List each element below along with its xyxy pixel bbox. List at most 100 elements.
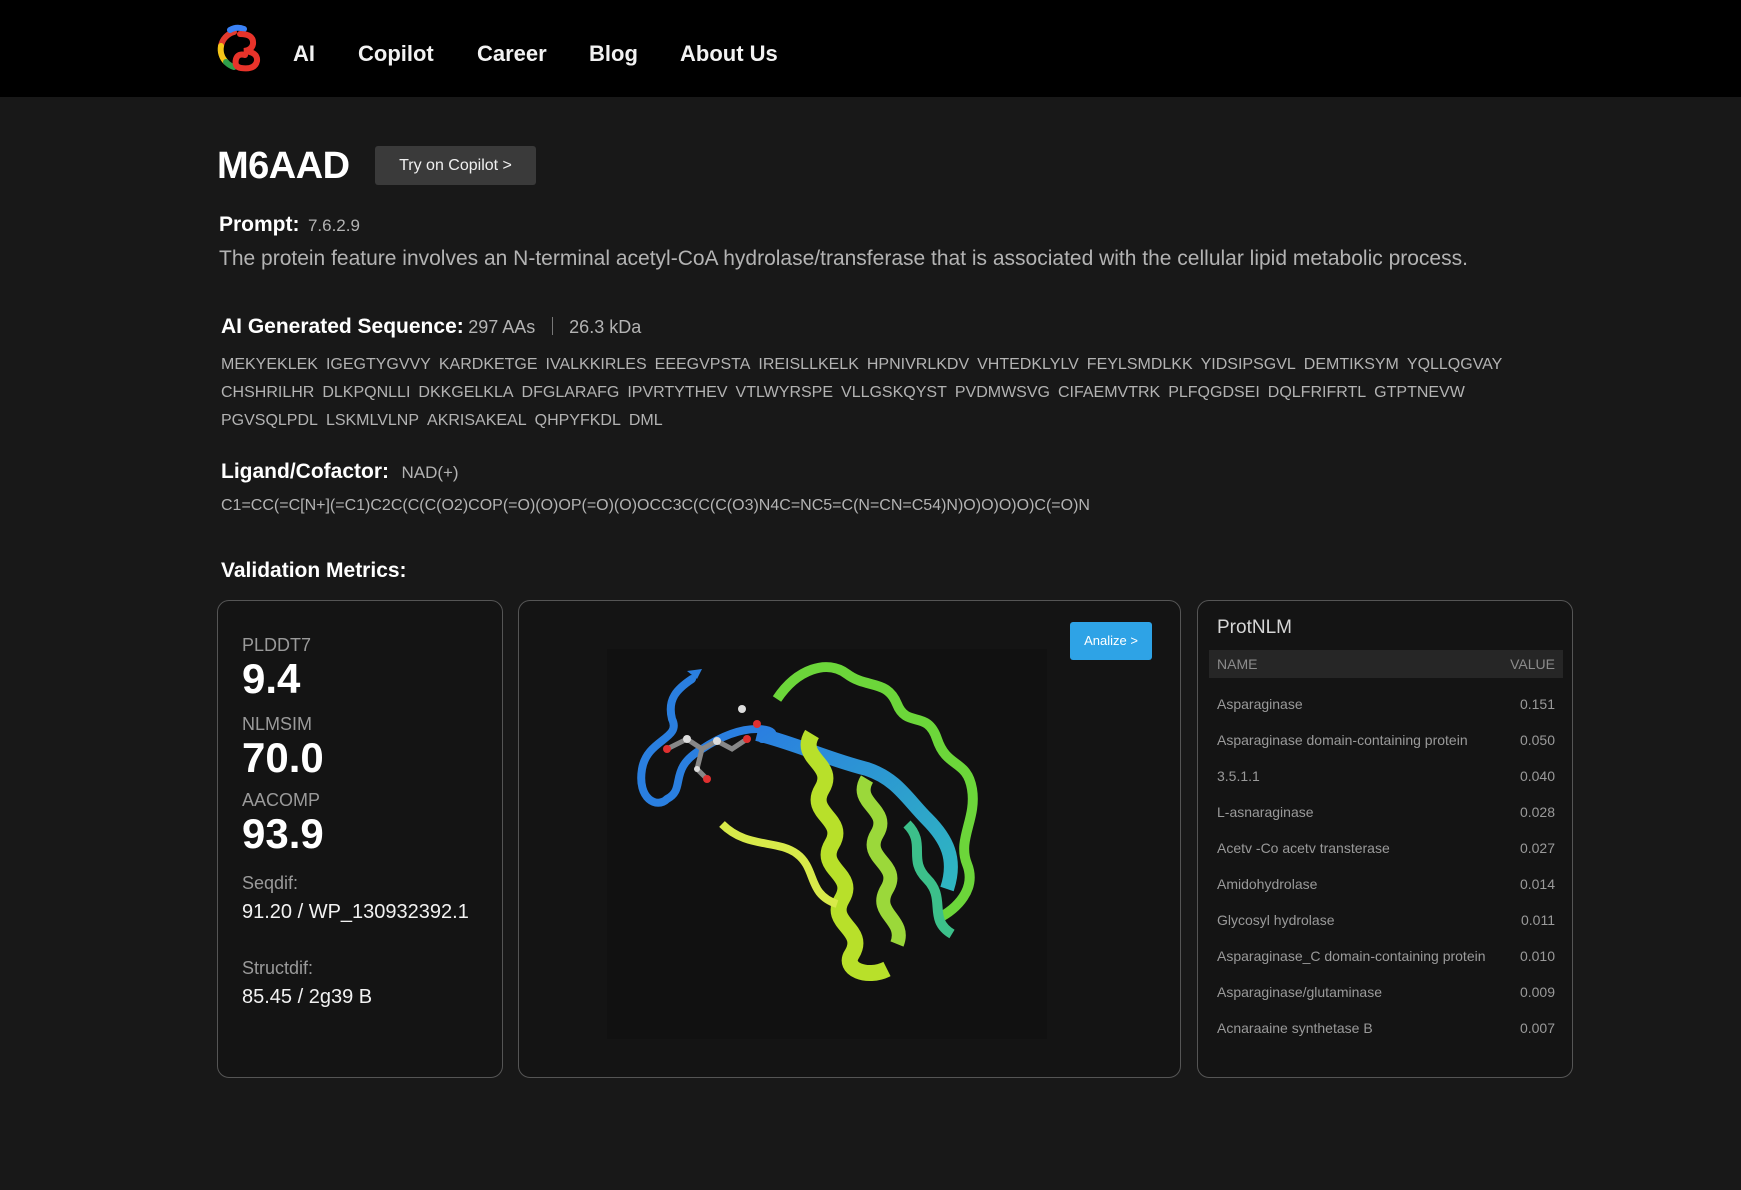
protnlm-title: ProtNLM	[1217, 617, 1292, 638]
metrics-card: PLDDT7 9.4 NLMSIM 70.0 AACOMP 93.9 Seqdi…	[217, 600, 503, 1078]
ligand-smiles: C1=CC(=C[N+](=C1)C2C(C(C(O2)COP(=O)(O)OP…	[221, 497, 1090, 514]
sequence-chunk: IREISLLKELK	[758, 356, 859, 373]
row-value: 0.009	[1519, 984, 1555, 1000]
sequence-header: AI Generated Sequence: 297 AAs 26.3 kDa	[221, 315, 641, 339]
structdif-value: 85.45 / 2g39 B	[242, 986, 373, 1008]
sequence-mass: 26.3 kDa	[569, 317, 642, 337]
sequence-chunk: DML	[628, 412, 663, 429]
metric-nlmsim-value: 70.0	[242, 734, 324, 781]
row-name: Acetv -Co acetv transterase	[1217, 840, 1390, 856]
nav-about-us[interactable]: About Us	[680, 41, 778, 67]
sequence-chunk: IGEGTYGVVY	[325, 356, 431, 373]
sequence-chunk: DLKPQNLLI	[322, 384, 411, 401]
table-row: Amidohydrolase 0.014	[1217, 866, 1555, 902]
sequence-chunk: PGVSQLPDL	[221, 412, 318, 429]
protnlm-table-header: NAME VALUE	[1209, 650, 1563, 678]
sequence-chunk: FEYLSMDLKK	[1086, 356, 1193, 373]
row-name: Acnaraaine synthetase B	[1217, 1020, 1373, 1036]
prompt-label: Prompt:	[219, 213, 300, 236]
sequence-chunk: GTPTNEVW	[1374, 384, 1465, 401]
row-name: Glycosyl hydrolase	[1217, 912, 1335, 928]
row-value: 0.040	[1519, 768, 1555, 784]
separator	[551, 317, 553, 335]
sequence-chunk: QHPYFKDL	[534, 412, 621, 429]
row-value: 0.007	[1519, 1020, 1555, 1036]
top-navbar: AI Copilot Career Blog About Us	[0, 0, 1741, 97]
row-value: 0.151	[1519, 696, 1555, 712]
sequence-chunk: PLFQGDSEI	[1168, 384, 1260, 401]
nav-ai[interactable]: AI	[293, 41, 315, 67]
sequence-chunk: IVALKKIRLES	[545, 356, 647, 373]
page-title: M6AAD	[217, 145, 350, 187]
metric-aacomp-label: AACOMP	[242, 790, 321, 810]
sequence-chunk: DKKGELKLA	[418, 384, 514, 401]
sequence-chunk: KARDKETGE	[438, 356, 538, 373]
nav-blog[interactable]: Blog	[589, 41, 638, 67]
sequence-chunk: VTLWYRSPE	[735, 384, 834, 401]
analize-button[interactable]: Analize >	[1070, 622, 1152, 660]
row-value: 0.014	[1519, 876, 1555, 892]
sequence-chunk: DQLFRIFRTL	[1267, 384, 1367, 401]
sequence-chunk: AKRISAKEAL	[427, 412, 527, 429]
company-logo-icon[interactable]	[214, 24, 264, 74]
nav-career[interactable]: Career	[477, 41, 547, 67]
table-row: Asparaginase domain-containing protein 0.…	[1217, 722, 1555, 758]
sequence-chunk: IPVRTYTHEV	[627, 384, 728, 401]
sequence-length: 297 AAs	[468, 317, 536, 337]
row-name: Asparaginase	[1217, 696, 1303, 712]
ligand-value: NAD(+)	[401, 463, 459, 482]
table-row: Asparaginase 0.151	[1217, 686, 1555, 722]
sequence-chunk: VLLGSKQYST	[841, 384, 947, 401]
row-name: 3.5.1.1	[1217, 768, 1260, 784]
structure-viewer-card: Analize >	[518, 600, 1181, 1078]
column-header-name: NAME	[1217, 656, 1258, 672]
try-on-copilot-button[interactable]: Try on Copilot >	[375, 146, 536, 185]
sequence-chunk: PVDMWSVG	[954, 384, 1050, 401]
prompt-value: 7.6.2.9	[307, 216, 360, 235]
protein-structure-image[interactable]	[607, 649, 1047, 1039]
table-row: Glycosyl hydrolase 0.011	[1217, 902, 1555, 938]
prompt-description: The protein feature involves an N-termin…	[219, 247, 1468, 270]
sequence-chunk: CHSHRILHR	[221, 384, 315, 401]
sequence-chunk: YQLLQGVAY	[1406, 356, 1503, 373]
sequence-text: MEKYEKLEK IGEGTYGVVY KARDKETGE IVALKKIRLES E…	[221, 351, 1551, 435]
metric-plddt-value: 9.4	[242, 655, 301, 702]
sequence-chunk: LSKMLVLNP	[325, 412, 420, 429]
sequence-chunk: MEKYEKLEK	[221, 356, 318, 373]
sequence-chunk: HPNIVRLKDV	[866, 356, 970, 373]
prompt-row: Prompt: 7.6.2.9	[219, 213, 360, 237]
row-value: 0.050	[1519, 732, 1555, 748]
validation-title: Validation Metrics:	[221, 559, 407, 582]
row-value: 0.028	[1519, 804, 1555, 820]
structdif-label: Structdif:	[242, 958, 314, 978]
row-name: L-asnaraginase	[1217, 804, 1314, 820]
sequence-chunk: CIFAEMVTRK	[1057, 384, 1161, 401]
sequence-chunk: YIDSIPSGVL	[1200, 356, 1296, 373]
table-row: Asparaginase/glutaminase 0.009	[1217, 974, 1555, 1010]
table-row: Asparaginase_C domain-containing protein…	[1217, 938, 1555, 974]
row-value: 0.027	[1519, 840, 1555, 856]
table-row: Acetv -Co acetv transterase 0.027	[1217, 830, 1555, 866]
row-name: Amidohydrolase	[1217, 876, 1318, 892]
sequence-chunk: EEEGVPSTA	[654, 356, 751, 373]
sequence-chunk: VHTEDKLYLV	[977, 356, 1079, 373]
sequence-chunk: DEMTIKSYM	[1303, 356, 1399, 373]
seqdif-label: Seqdif:	[242, 873, 299, 893]
metric-nlmsim-label: NLMSIM	[242, 714, 313, 734]
row-value: 0.011	[1521, 912, 1555, 928]
metric-aacomp-value: 93.9	[242, 810, 324, 857]
seqdif-value: 91.20 / WP_130932392.1	[242, 901, 469, 923]
row-name: Asparaginase_C domain-containing protein	[1217, 948, 1486, 964]
sequence-chunk: DFGLARAFG	[521, 384, 620, 401]
sequence-label: AI Generated Sequence:	[221, 315, 464, 338]
ligand-header: Ligand/Cofactor: NAD(+)	[221, 460, 459, 484]
table-row: L-asnaraginase 0.028	[1217, 794, 1555, 830]
metric-plddt-label: PLDDT7	[242, 635, 312, 655]
row-value: 0.010	[1519, 948, 1555, 964]
ligand-label: Ligand/Cofactor:	[221, 460, 389, 483]
table-row: Acnaraaine synthetase B 0.007	[1217, 1010, 1555, 1046]
nav-copilot[interactable]: Copilot	[358, 41, 434, 67]
table-row: 3.5.1.1 0.040	[1217, 758, 1555, 794]
row-name: Asparaginase/glutaminase	[1217, 984, 1382, 1000]
protnlm-card: ProtNLM NAME VALUE Asparaginase 0.151 Asp…	[1197, 600, 1573, 1078]
